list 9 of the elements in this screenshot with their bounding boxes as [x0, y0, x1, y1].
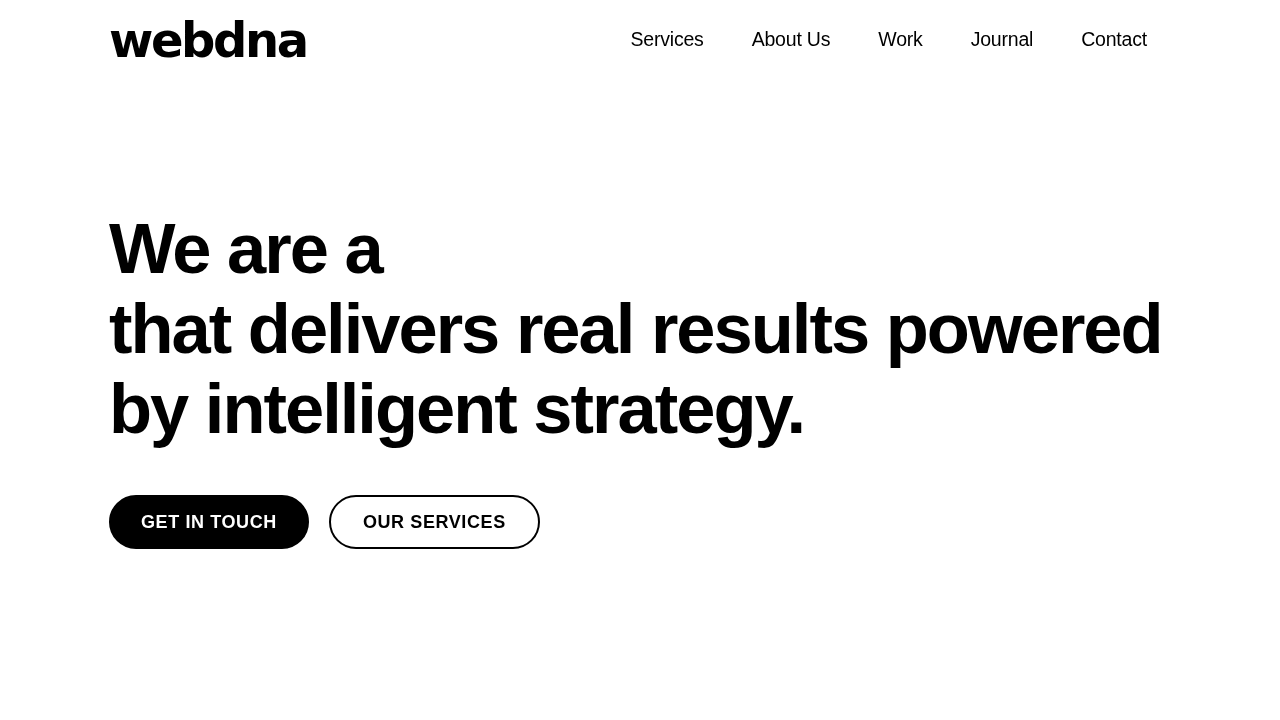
- nav-link[interactable]: Contact: [1057, 27, 1171, 51]
- nav-link[interactable]: Services: [606, 27, 728, 51]
- get-in-touch-button[interactable]: GET IN TOUCH: [109, 495, 309, 549]
- hero-headline: We are a that delivers real results powered by intelligent strategy.: [109, 209, 1162, 449]
- nav-link[interactable]: Work: [854, 27, 947, 51]
- nav-link[interactable]: Journal: [946, 27, 1058, 51]
- our-services-button[interactable]: OUR SERVICES: [328, 495, 540, 549]
- logo[interactable]: webdna: [109, 16, 307, 64]
- nav-link[interactable]: About Us: [727, 27, 855, 51]
